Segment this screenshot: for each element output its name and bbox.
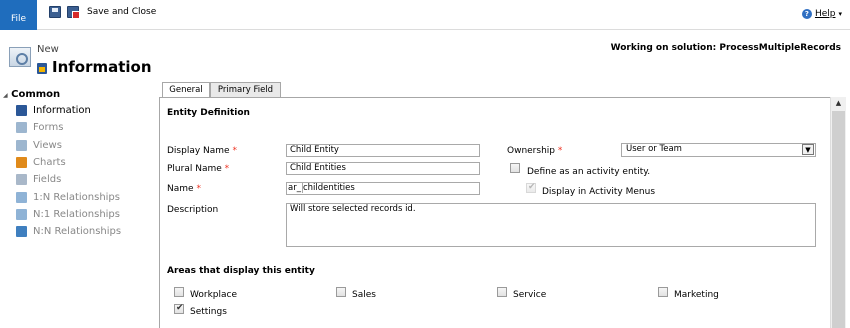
vertical-scrollbar[interactable]: ▲ [830,97,846,328]
nav-group-common[interactable]: ◢ Common [3,89,60,100]
required-indicator: * [557,146,563,156]
ownership-label-text: Ownership [507,146,555,156]
marketing-checkbox[interactable] [658,287,668,297]
views-icon [16,139,27,151]
forms-icon [16,122,27,134]
sidebar-item-label: Views [33,139,62,151]
required-indicator: * [232,146,237,156]
name-label-text: Name [167,184,194,194]
service-label: Service [513,290,547,300]
settings-label: Settings [190,307,227,317]
name-prefix: ar_ [287,183,303,193]
chevron-down-icon: ▼ [802,144,814,155]
tab-primary-field[interactable]: Primary Field [210,82,281,97]
sidebar-item-views[interactable]: Views [16,138,62,153]
nav-group-label: Common [11,89,61,100]
display-name-label-text: Display Name [167,146,230,156]
scrollbar-thumb[interactable] [832,111,845,328]
relationship-n1-icon [16,208,27,220]
tab-general-label: General [169,85,203,95]
required-indicator: * [224,164,230,174]
plural-name-field[interactable]: Child Entities [286,162,480,175]
description-label: Description [167,205,219,215]
description-field[interactable]: Will store selected records id. [286,203,816,247]
plural-name-label-text: Plural Name [167,164,222,174]
page-title: Information [52,58,152,76]
sales-checkbox[interactable] [336,287,346,297]
help-icon: ? [801,9,812,19]
activity-entity-checkbox[interactable] [510,163,520,173]
file-button-label: File [10,14,27,24]
workplace-label: Workplace [190,290,238,300]
sidebar-item-1-n-relationships[interactable]: 1:N Relationships [16,190,120,205]
relationship-nn-icon [16,226,27,238]
solution-label: Working on solution: ProcessMultipleReco… [610,43,841,53]
display-name-label: Display Name * [167,146,237,156]
sidebar-item-information[interactable]: Information [16,103,91,118]
charts-icon [16,156,27,168]
save-icon[interactable] [49,6,61,18]
save-and-close-icon[interactable] [67,6,80,19]
sidebar-item-label: N:N Relationships [33,226,122,238]
section-entity-definition: Entity Definition [167,108,250,118]
sidebar-item-charts[interactable]: Charts [16,155,66,170]
plural-name-label: Plural Name * [167,164,229,174]
activity-menus-checkbox[interactable] [526,182,536,193]
sidebar-item-fields[interactable]: Fields [16,172,61,187]
display-name-field[interactable]: Child Entity [286,144,480,157]
name-field[interactable]: ar_ childentities [286,182,480,195]
sidebar-item-forms[interactable]: Forms [16,120,63,135]
tab-general[interactable]: General [162,82,210,97]
information-icon [16,105,27,116]
entity-icon [9,47,31,67]
sidebar-item-n-1-relationships[interactable]: N:1 Relationships [16,207,120,222]
collapse-icon: ◢ [3,92,8,99]
save-and-close-button[interactable]: Save and Close [87,7,156,17]
sales-label: Sales [352,290,376,300]
section-areas: Areas that display this entity [167,266,315,276]
fields-icon [16,174,27,186]
header-new-label: New [37,44,59,55]
file-button[interactable]: File [0,0,37,30]
help-button[interactable]: ? Help ▾ [801,9,842,19]
sidebar-item-label: Forms [33,122,64,134]
sidebar-item-label: Fields [33,174,62,186]
relationship-1n-icon [16,191,27,203]
settings-checkbox[interactable] [174,303,184,314]
sidebar-item-label: N:1 Relationships [33,208,120,220]
sidebar-item-n-n-relationships[interactable]: N:N Relationships [16,224,121,239]
required-indicator: * [196,184,201,194]
help-label: Help [814,9,836,19]
help-dropdown-icon: ▾ [838,10,842,18]
information-icon [37,63,47,74]
scroll-up-icon[interactable]: ▲ [831,97,846,110]
marketing-label: Marketing [674,290,719,300]
activity-entity-label: Define as an activity entity. [527,167,651,177]
sidebar-item-label: 1:N Relationships [33,191,120,203]
name-value: childentities [302,183,355,193]
ownership-value: User or Team [626,144,682,154]
activity-menus-label: Display in Activity Menus [542,187,656,197]
sidebar-item-label: Charts [33,156,66,168]
ownership-select[interactable]: User or Team ▼ [621,143,816,157]
sidebar-item-label: Information [33,105,91,116]
workplace-checkbox[interactable] [174,287,184,297]
service-checkbox[interactable] [497,287,507,297]
ownership-label: Ownership * [507,146,562,156]
name-label: Name * [167,184,201,194]
tab-primary-field-label: Primary Field [217,85,274,95]
